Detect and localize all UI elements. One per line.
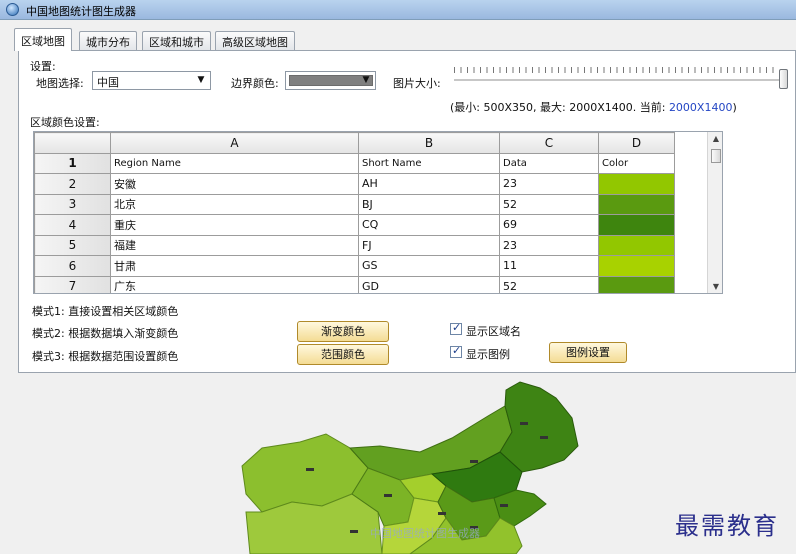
scroll-up-icon[interactable]: ▲ xyxy=(708,132,722,146)
settings-section-label: 设置: xyxy=(30,60,56,73)
color-cell[interactable] xyxy=(598,234,675,256)
table-row: 3 北京 BJ 52 xyxy=(34,193,675,215)
row-number[interactable]: 7 xyxy=(34,275,111,293)
title-bar: 中国地图统计图生成器 xyxy=(0,0,796,20)
table-row: 4 重庆 CQ 69 xyxy=(34,214,675,236)
corner-cell xyxy=(34,132,111,154)
image-size-slider-thumb[interactable] xyxy=(779,69,788,89)
show-legend-label: 显示图例 xyxy=(466,348,510,361)
brand-watermark: 最需教育 xyxy=(675,512,779,540)
image-size-slider[interactable] xyxy=(454,79,784,81)
table-cell[interactable]: Data xyxy=(499,152,599,174)
map-select-label: 地图选择: xyxy=(36,77,84,90)
image-size-label: 图片大小: xyxy=(393,77,441,90)
region-name-cell[interactable]: 福建 xyxy=(110,234,359,256)
region-name-cell[interactable]: 北京 xyxy=(110,193,359,215)
app-globe-icon xyxy=(6,3,19,16)
tab-region-map[interactable]: 区域地图 xyxy=(14,28,72,51)
short-name-cell[interactable]: FJ xyxy=(358,234,500,256)
border-color-label: 边界颜色: xyxy=(231,77,279,90)
map-caption-watermark: 中国地图统计图生成器 xyxy=(370,527,480,540)
region-name-cell[interactable]: 安徽 xyxy=(110,173,359,195)
short-name-cell[interactable]: AH xyxy=(358,173,500,195)
slider-ticks xyxy=(454,67,779,73)
mode2-label: 模式2: 根据数据填入渐变颜色 xyxy=(32,327,179,340)
column-header[interactable]: B xyxy=(358,132,500,154)
row-number[interactable]: 2 xyxy=(34,173,111,195)
tab-advanced-region-map[interactable]: 高级区域地图 xyxy=(215,31,295,50)
show-region-name-checkbox[interactable] xyxy=(450,321,462,335)
data-cell[interactable]: 11 xyxy=(499,255,599,277)
column-header[interactable]: C xyxy=(499,132,599,154)
color-cell[interactable] xyxy=(598,214,675,236)
mode1-label: 模式1: 直接设置相关区域颜色 xyxy=(32,305,179,318)
table-row: 7 广东 GD 52 xyxy=(34,275,675,293)
chevron-down-icon: ▼ xyxy=(197,75,205,85)
window-title: 中国地图统计图生成器 xyxy=(26,5,136,18)
show-region-name-label: 显示区域名 xyxy=(466,325,521,338)
column-header[interactable]: A xyxy=(110,132,359,154)
data-cell[interactable]: 69 xyxy=(499,214,599,236)
map-select-dropdown[interactable]: 中国 ▼ xyxy=(92,71,211,90)
map-select-value: 中国 xyxy=(97,76,119,89)
tab-region-and-city[interactable]: 区域和城市 xyxy=(142,31,211,50)
color-cell[interactable] xyxy=(598,173,675,195)
column-header[interactable]: D xyxy=(598,132,675,154)
range-color-button[interactable]: 范围颜色 xyxy=(297,344,389,365)
color-cell[interactable] xyxy=(598,193,675,215)
size-info-prefix: (最小: 500X350, 最大: 2000X1400. 当前: xyxy=(450,101,669,114)
row-number[interactable]: 1 xyxy=(34,152,111,174)
scrollbar-thumb[interactable] xyxy=(711,149,721,163)
row-number[interactable]: 3 xyxy=(34,193,111,215)
data-cell[interactable]: 23 xyxy=(499,234,599,256)
region-name-cell[interactable]: 甘肃 xyxy=(110,255,359,277)
short-name-cell[interactable]: BJ xyxy=(358,193,500,215)
table-cell[interactable]: Color xyxy=(598,152,675,174)
color-cell[interactable] xyxy=(598,275,675,293)
chevron-down-icon: ▼ xyxy=(362,75,370,85)
region-name-cell[interactable]: 广东 xyxy=(110,275,359,293)
size-info-text: (最小: 500X350, 最大: 2000X1400. 当前: 2000X14… xyxy=(450,99,737,115)
size-info-suffix: ) xyxy=(732,101,737,114)
column-header-row: A B C D xyxy=(34,132,675,154)
data-cell[interactable]: 23 xyxy=(499,173,599,195)
table-row: 1 Region Name Short Name Data Color xyxy=(34,152,675,174)
row-number[interactable]: 4 xyxy=(34,214,111,236)
data-cell[interactable]: 52 xyxy=(499,193,599,215)
table-row: 5 福建 FJ 23 xyxy=(34,234,675,256)
region-table: A B C D 1 Region Name Short Name Data Co… xyxy=(34,132,675,293)
size-current-value: 2000X1400 xyxy=(668,101,733,114)
border-color-dropdown[interactable]: ▼ xyxy=(285,71,376,90)
table-cell[interactable]: Short Name xyxy=(358,152,500,174)
table-row: 6 甘肃 GS 11 xyxy=(34,255,675,277)
table-cell[interactable]: Region Name xyxy=(110,152,359,174)
row-number[interactable]: 5 xyxy=(34,234,111,256)
short-name-cell[interactable]: CQ xyxy=(358,214,500,236)
short-name-cell[interactable]: GD xyxy=(358,275,500,293)
mode3-label: 模式3: 根据数据范围设置颜色 xyxy=(32,350,179,363)
data-cell[interactable]: 52 xyxy=(499,275,599,293)
table-body: 2 安徽 AH 23 3 北京 BJ 52 4 重庆 CQ 69 5 福建 FJ 23 6 甘肃 GS 11 7 广东 GD… xyxy=(34,173,675,293)
region-color-grid[interactable]: A B C D 1 Region Name Short Name Data Co… xyxy=(33,131,723,294)
region-name-cell[interactable]: 重庆 xyxy=(110,214,359,236)
row-number[interactable]: 6 xyxy=(34,255,111,277)
vertical-scrollbar[interactable]: ▲ ▼ xyxy=(707,132,722,293)
color-cell[interactable] xyxy=(598,255,675,277)
legend-settings-button[interactable]: 图例设置 xyxy=(549,342,627,363)
table-row: 2 安徽 AH 23 xyxy=(34,173,675,195)
show-legend-checkbox[interactable] xyxy=(450,344,462,358)
short-name-cell[interactable]: GS xyxy=(358,255,500,277)
tab-city-distribution[interactable]: 城市分布 xyxy=(79,31,137,50)
scroll-down-icon[interactable]: ▼ xyxy=(708,280,722,293)
region-color-label: 区域颜色设置: xyxy=(30,116,100,129)
gradient-color-button[interactable]: 渐变颜色 xyxy=(297,321,389,342)
